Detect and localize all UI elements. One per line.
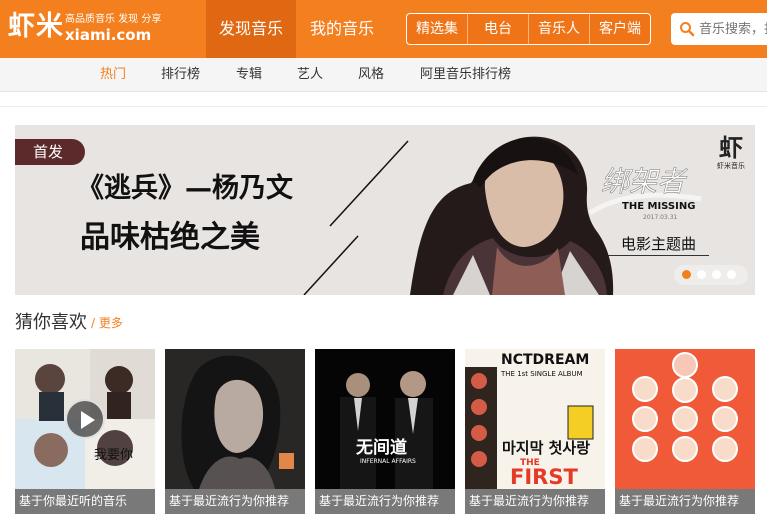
album-art-text: THE 1st SINGLE ALBUM [500,370,583,378]
logo-slogan: 高品质音乐 发现 分享 [65,14,162,25]
album-art-2 [165,349,305,489]
tab-albums[interactable]: 专辑 [236,66,262,84]
nav-my-music[interactable]: 我的音乐 [296,0,388,58]
search-box[interactable] [671,13,767,45]
promo-title: 绑架者 [601,165,688,198]
recommendation-card-5[interactable]: 基于最近流行为你推荐 [615,349,755,514]
album-art-text: 无间道 [355,437,407,458]
premiere-tag: 首发 [15,139,85,165]
banner-dot-1[interactable] [682,270,691,279]
album-art-3: 无间道 INFERNAL AFFAIRS [315,349,455,489]
recommendation-card-3[interactable]: 无间道 INFERNAL AFFAIRS 基于最近流行为你推荐 [315,349,455,514]
album-art-text: NCTDREAM [501,352,589,368]
xiami-brand-mark: 虾 虾米音乐 [714,135,748,171]
tab-ali-music-charts[interactable]: 阿里音乐排行榜 [420,66,511,84]
nav-collections[interactable]: 精选集 [407,14,468,44]
banner-dot-3[interactable] [712,270,721,279]
tab-styles[interactable]: 风格 [358,66,384,84]
banner-dot-4[interactable] [727,270,736,279]
nav-client[interactable]: 客户端 [590,14,650,44]
brand-mark-label: 虾米音乐 [717,162,745,170]
album-art-text: FIRST [510,465,578,489]
album-art-text: 마지막 첫사랑 [502,439,590,457]
featured-banner[interactable]: 绑架者 THE MISSING 2017.03.31 首发 《逃兵》—杨乃文 品… [15,125,755,295]
top-navigation-bar: 虾米 高品质音乐 发现 分享 xiami.com 发现音乐 我的音乐 精选集 电… [0,0,767,58]
logo-wordmark: 虾米 [8,11,64,42]
card-caption-1: 基于你最近听的音乐 [15,489,155,514]
recommendations-title: 猜你喜欢 [15,312,87,333]
banner-dot-2[interactable] [697,270,706,279]
recommendation-card-1[interactable]: 我要你 基于你最近听的音乐 [15,349,155,514]
card-caption-2: 基于最近流行为你推荐 [165,489,305,514]
more-label[interactable]: 更多 [99,316,123,330]
xiami-logo[interactable]: 虾米 高品质音乐 发现 分享 xiami.com [6,10,166,50]
theme-song-label: 电影主题曲 [608,233,709,256]
nav-radio[interactable]: 电台 [468,14,529,44]
promo-subtitle: THE MISSING [622,201,695,212]
album-art-5 [615,349,755,489]
banner-pagination [674,265,748,285]
tab-artists[interactable]: 艺人 [297,66,323,84]
card-caption-3: 基于最近流行为你推荐 [315,489,455,514]
sub-navigation-bar: 热门 排行榜 专辑 艺人 风格 阿里音乐排行榜 [0,58,767,92]
promo-date: 2017.03.31 [643,214,678,221]
recommendation-card-4[interactable]: NCTDREAM THE 1st SINGLE ALBUM 마지막 첫사랑 TH… [465,349,605,514]
card-caption-4: 基于最近流行为你推荐 [465,489,605,514]
tab-hot[interactable]: 热门 [100,66,126,84]
banner-artwork: 绑架者 THE MISSING 2017.03.31 [15,125,755,295]
recommendation-card-2[interactable]: 基于最近流行为你推荐 [165,349,305,514]
logo-domain: xiami.com [65,26,152,44]
search-input[interactable] [699,14,767,44]
tab-charts[interactable]: 排行榜 [161,66,200,84]
album-art-4: NCTDREAM THE 1st SINGLE ALBUM 마지막 첫사랑 TH… [465,349,605,489]
search-icon[interactable] [679,21,695,37]
nav-discover-music[interactable]: 发现音乐 [206,0,296,58]
secondary-navigation: 精选集 电台 音乐人 客户端 [406,13,651,45]
brand-mark-icon: 虾 [719,134,743,162]
content-divider [0,106,767,107]
play-icon[interactable] [65,399,105,439]
banner-subtitle: 品味枯绝之美 [80,220,260,255]
more-link[interactable]: / 更多 [91,315,123,331]
album-art-text: INFERNAL AFFAIRS [360,458,416,465]
album-art-text: 我要你 [94,448,133,463]
nav-musicians[interactable]: 音乐人 [529,14,590,44]
banner-title: 《逃兵》—杨乃文 [77,173,293,204]
card-caption-5: 基于最近流行为你推荐 [615,489,755,514]
